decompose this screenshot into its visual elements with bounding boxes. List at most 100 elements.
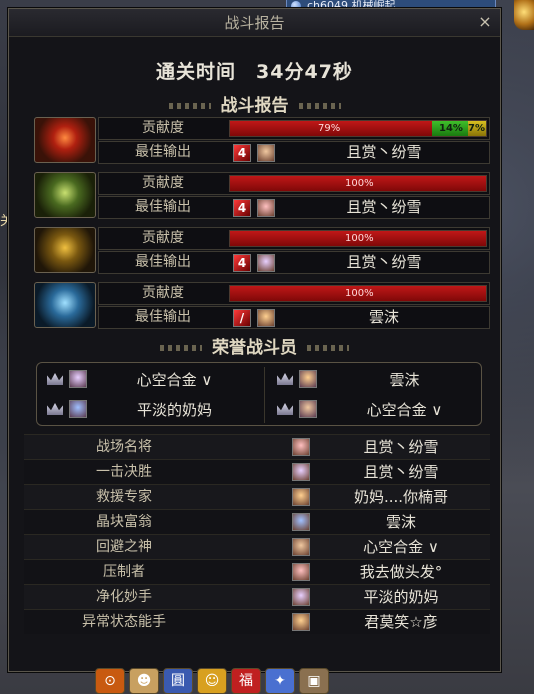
best-player-name: 且赏丶纷雪 <box>346 253 422 271</box>
skill-icon: 4 <box>233 254 251 272</box>
contribution-pct: 7% <box>468 123 485 134</box>
contribution-label: 贡献度 <box>142 230 184 246</box>
ornament-left <box>168 103 211 109</box>
ice-claw-demon-icon <box>34 282 96 328</box>
character-avatar-icon <box>257 254 275 272</box>
best-output-label: 最佳输出 <box>135 309 191 325</box>
award-player: 且赏丶纷雪 <box>363 463 439 481</box>
character-avatar-icon <box>69 400 87 418</box>
gold-claw-demon-icon <box>34 227 96 273</box>
close-button[interactable]: × <box>476 13 494 31</box>
spirit-icon[interactable]: ✦ <box>265 668 295 694</box>
honor-divider <box>264 367 265 423</box>
character-avatar-icon <box>299 400 317 418</box>
skill-icon: / <box>233 309 251 327</box>
crown-icon <box>47 373 63 385</box>
honor-member[interactable]: 心空合金 ∨ <box>269 396 484 424</box>
ornament-right <box>307 345 349 351</box>
best-output-line: 最佳输出 4 且赏丶纷雪 <box>98 141 490 164</box>
award-row: 净化妙手 平淡的奶妈 <box>24 584 490 609</box>
award-title: 晶块富翁 <box>96 514 152 530</box>
character-avatar-icon <box>292 588 310 606</box>
pet-icon[interactable]: ☻ <box>129 668 159 694</box>
contribution-line: 贡献度 79% 14% 7% <box>98 117 490 140</box>
report-lines: 贡献度 100% 最佳输出 / 雲沫 <box>98 282 490 330</box>
award-title: 异常状态能手 <box>82 614 166 630</box>
green-claw-demon-icon <box>34 172 96 218</box>
calendar-icon[interactable]: 圓 <box>163 668 193 694</box>
event-icon[interactable] <box>514 0 534 30</box>
character-avatar-icon <box>257 199 275 217</box>
honor-member[interactable]: 雲沫 <box>269 366 484 394</box>
report-row: 贡献度 79% 14% 7% 最佳输出 4 且赏丶纷雪 <box>34 117 490 165</box>
contribution-pct: 100% <box>345 178 374 189</box>
best-output-label: 最佳输出 <box>135 144 191 160</box>
coin-icon[interactable]: ⊙ <box>95 668 125 694</box>
box-icon[interactable]: ▣ <box>299 668 329 694</box>
best-output-line: 最佳输出 4 且赏丶纷雪 <box>98 196 490 219</box>
contribution-bar: 100% <box>229 175 487 192</box>
honor-section-title: 荣誉战斗员 <box>9 333 500 358</box>
contribution-pct: 100% <box>345 233 374 244</box>
character-avatar-icon <box>292 538 310 556</box>
character-avatar-icon <box>292 438 310 456</box>
award-title: 净化妙手 <box>96 589 152 605</box>
awards-list: 战场名将 且赏丶纷雪 一击决胜 且赏丶纷雪 救援专家 奶妈....你楠哥 晶块富翁 雲沫 回避之… <box>24 434 490 634</box>
best-output-line: 最佳输出 4 且赏丶纷雪 <box>98 251 490 274</box>
crown-icon <box>47 403 63 415</box>
honor-member-name: 雲沫 <box>389 371 420 389</box>
best-output-line: 最佳输出 / 雲沫 <box>98 306 490 329</box>
report-lines: 贡献度 100% 最佳输出 4 且赏丶纷雪 <box>98 227 490 275</box>
window-title: 战斗报告 <box>224 14 285 32</box>
ornament-left <box>160 345 202 351</box>
smile-icon[interactable]: ☺ <box>197 668 227 694</box>
honor-member-name: 心空合金 ∨ <box>366 401 443 419</box>
character-avatar-icon <box>257 144 275 162</box>
award-player: 心空合金 ∨ <box>363 538 439 556</box>
ornament-right <box>298 103 341 109</box>
character-avatar-icon <box>257 309 275 327</box>
award-row: 晶块富翁 雲沫 <box>24 509 490 534</box>
best-output-label: 最佳输出 <box>135 254 191 270</box>
award-row: 回避之神 心空合金 ∨ <box>24 534 490 559</box>
award-row: 异常状态能手 君莫笑☆彦 <box>24 609 490 634</box>
contribution-label: 贡献度 <box>142 175 184 191</box>
contribution-bar: 100% <box>229 285 487 302</box>
contribution-bar: 100% <box>229 230 487 247</box>
award-player: 我去做头发° <box>359 563 443 581</box>
honor-member-name: 平淡的奶妈 <box>136 401 212 419</box>
fortune-icon[interactable]: 福 <box>231 668 261 694</box>
award-row: 一击决胜 且赏丶纷雪 <box>24 459 490 484</box>
taskbar: ⊙ ☻ 圓 ☺ 福 ✦ ▣ <box>95 668 355 694</box>
award-row: 救援专家 奶妈....你楠哥 <box>24 484 490 509</box>
titlebar: 战斗报告 × <box>9 9 500 37</box>
contribution-label: 贡献度 <box>142 120 184 136</box>
crown-icon <box>277 373 293 385</box>
character-avatar-icon <box>69 370 87 388</box>
clear-time: 通关时间 34分47秒 <box>156 61 353 83</box>
honor-member[interactable]: 心空合金 ∨ <box>39 366 254 394</box>
character-avatar-icon <box>299 370 317 388</box>
character-avatar-icon <box>292 563 310 581</box>
report-row: 贡献度 100% 最佳输出 4 且赏丶纷雪 <box>34 227 490 275</box>
character-avatar-icon <box>292 513 310 531</box>
contribution-line: 贡献度 100% <box>98 172 490 195</box>
award-player: 平淡的奶妈 <box>363 588 439 606</box>
contribution-label: 贡献度 <box>142 285 184 301</box>
award-title: 救援专家 <box>96 489 152 505</box>
award-row: 压制者 我去做头发° <box>24 559 490 584</box>
award-title: 战场名将 <box>96 439 152 455</box>
best-player-name: 雲沫 <box>368 308 399 326</box>
crown-icon <box>277 403 293 415</box>
contribution-pct: 100% <box>345 288 374 299</box>
award-player: 雲沫 <box>385 513 416 531</box>
best-player-name: 且赏丶纷雪 <box>346 198 422 216</box>
honor-box: 心空合金 ∨ 雲沫平淡的奶妈 心空合金 ∨ <box>36 362 482 426</box>
honor-member[interactable]: 平淡的奶妈 <box>39 396 254 424</box>
award-title: 一击决胜 <box>96 464 152 480</box>
character-avatar-icon <box>292 488 310 506</box>
skill-icon: 4 <box>233 199 251 217</box>
contribution-pct: 14% <box>439 123 463 134</box>
award-player: 君莫笑☆彦 <box>364 613 438 631</box>
contribution-line: 贡献度 100% <box>98 227 490 250</box>
